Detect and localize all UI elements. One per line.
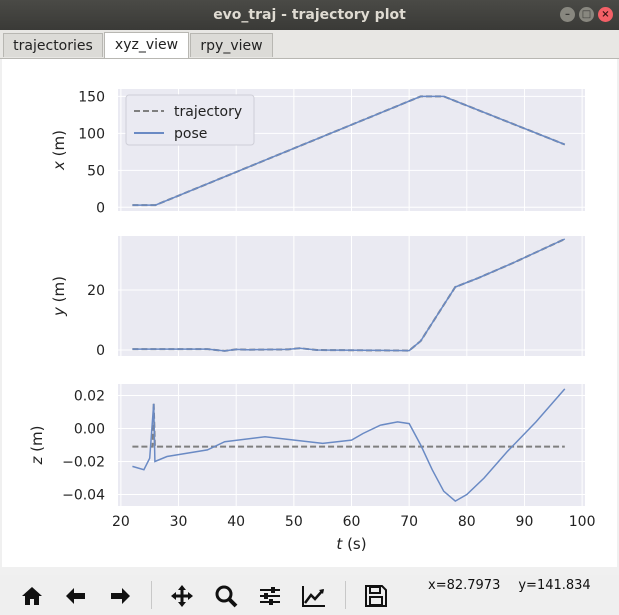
toolbar-separator (345, 581, 346, 609)
cursor-y-readout: y=141.834 (518, 578, 591, 593)
tab-trajectories[interactable]: trajectories (3, 33, 103, 57)
y-tick-label: 150 (78, 89, 105, 105)
tab-bar: trajectories xyz_view rpy_view (0, 30, 619, 59)
cursor-x-readout: x=82.7973 (428, 578, 501, 593)
x-tick-label: 100 (569, 514, 596, 530)
figure-canvas[interactable]: 0 50 100 150 x (m) trajectory pose 0 20 y (m) 0.02… (2, 59, 617, 567)
x-axis-label: t (s) (336, 535, 366, 553)
close-button[interactable]: × (598, 7, 613, 22)
x-tick-label: 90 (516, 514, 534, 530)
legend: trajectory pose (125, 94, 255, 146)
y-axis-label: x (m) (50, 130, 68, 171)
window-controls: – □ × (560, 7, 613, 22)
legend-label: pose (174, 126, 207, 142)
home-icon[interactable] (18, 583, 46, 609)
y-tick-label: −0.04 (62, 487, 105, 503)
y-axis-label: z (m) (28, 426, 46, 466)
edit-axis-icon[interactable] (300, 583, 328, 609)
cursor-coordinates: x=82.7973 y=141.834 (428, 578, 591, 593)
y-tick-label: 50 (87, 163, 105, 179)
subplot-2: 0.02 0.00 −0.02 −0.04 20 30 40 50 60 70 80 90 100 z (… (28, 384, 595, 553)
subplot-0: 0 50 100 150 x (m) trajectory pose (50, 89, 585, 216)
x-tick-label: 60 (343, 514, 361, 530)
y-tick-label: −0.02 (62, 454, 105, 470)
xyz-plot: 0 50 100 150 x (m) trajectory pose 0 20 y (m) 0.02… (28, 89, 595, 553)
x-tick-label: 50 (285, 514, 303, 530)
navigation-toolbar: x=82.7973 y=141.834 (0, 575, 619, 615)
save-icon[interactable] (362, 583, 390, 609)
y-tick-label: 0 (96, 343, 105, 359)
tab-xyz-view[interactable]: xyz_view (104, 32, 189, 58)
subplot-1: 0 20 y (m) (50, 236, 585, 359)
y-tick-label: 0.02 (74, 389, 105, 405)
configure-subplots-icon[interactable] (256, 583, 284, 609)
minimize-button[interactable]: – (560, 7, 575, 22)
y-axis-label: y (m) (50, 276, 68, 317)
x-tick-label: 80 (458, 514, 476, 530)
legend-label: trajectory (174, 104, 242, 120)
x-tick-label: 20 (112, 514, 130, 530)
zoom-icon[interactable] (212, 583, 240, 609)
y-tick-label: 0.00 (74, 422, 105, 438)
x-tick-label: 30 (170, 514, 188, 530)
forward-icon[interactable] (106, 583, 134, 609)
y-tick-label: 0 (96, 200, 105, 216)
back-icon[interactable] (62, 583, 90, 609)
title-bar: evo_traj - trajectory plot – □ × (0, 0, 619, 30)
toolbar-separator (151, 581, 152, 609)
pan-icon[interactable] (168, 583, 196, 609)
y-tick-label: 100 (78, 126, 105, 142)
x-tick-label: 70 (400, 514, 418, 530)
window-title: evo_traj - trajectory plot (213, 7, 406, 23)
x-tick-label: 40 (227, 514, 245, 530)
y-tick-label: 20 (87, 283, 105, 299)
maximize-button[interactable]: □ (579, 7, 594, 22)
tab-rpy-view[interactable]: rpy_view (190, 33, 273, 57)
